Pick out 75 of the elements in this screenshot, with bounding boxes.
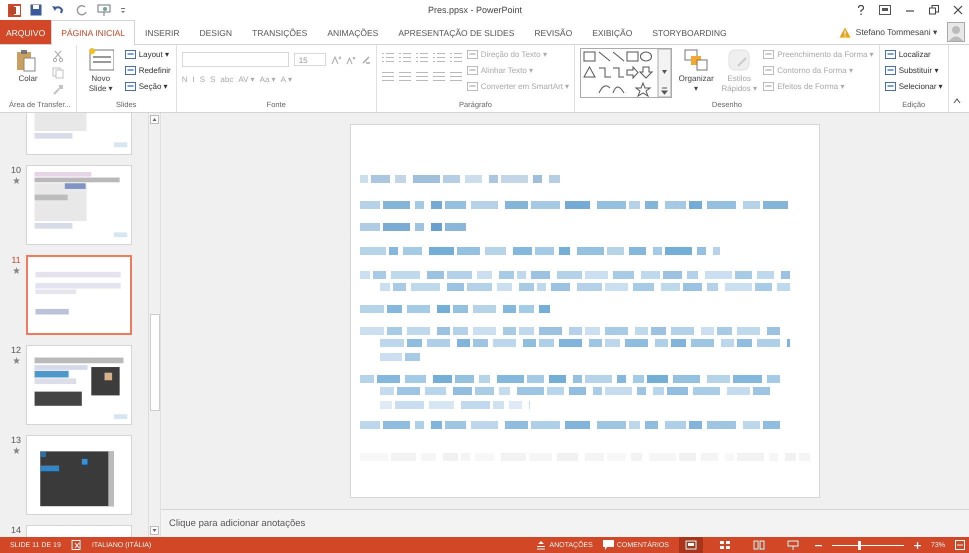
ribbon-button[interactable]: Layout ▾ bbox=[124, 48, 171, 60]
slide-number: 11 bbox=[11, 255, 21, 265]
command-icon bbox=[763, 64, 774, 76]
notes-placeholder[interactable]: Clique para adicionar anotações bbox=[169, 518, 306, 529]
help-icon[interactable] bbox=[857, 4, 865, 16]
save-icon[interactable] bbox=[30, 4, 42, 16]
scrollbar-thumb[interactable] bbox=[150, 314, 160, 411]
file-tab[interactable]: ARQUIVO bbox=[0, 20, 52, 44]
slide-number: 10 bbox=[10, 165, 21, 175]
ribbon-tab[interactable]: APRESENTAÇÃO DE SLIDES bbox=[388, 20, 524, 44]
fit-slide-icon[interactable] bbox=[955, 540, 965, 550]
collapse-ribbon-icon[interactable] bbox=[952, 98, 961, 104]
quick-styles-icon bbox=[726, 48, 752, 72]
command-icon bbox=[124, 48, 136, 60]
star-icon bbox=[12, 447, 20, 454]
command-icon bbox=[124, 80, 136, 92]
slide-sorter-icon bbox=[718, 540, 731, 550]
command-icon bbox=[884, 48, 896, 60]
command-icon bbox=[466, 48, 478, 60]
notes-icon bbox=[536, 540, 546, 550]
warning-icon bbox=[838, 26, 851, 38]
slide-thumbnail[interactable] bbox=[26, 165, 132, 245]
command-icon bbox=[466, 80, 478, 92]
scroll-up-icon[interactable] bbox=[150, 115, 159, 124]
app-logo-icon[interactable] bbox=[8, 4, 21, 16]
restore-icon[interactable] bbox=[929, 5, 939, 15]
command-icon bbox=[466, 64, 478, 76]
star-icon bbox=[12, 177, 20, 184]
ribbon-button[interactable]: Redefinir bbox=[124, 64, 171, 76]
ribbon-button[interactable]: Substituir ▾ bbox=[884, 64, 943, 76]
ribbon-button[interactable]: Localizar bbox=[884, 48, 943, 60]
new-slide-icon bbox=[88, 48, 114, 72]
slideshow-icon bbox=[786, 540, 799, 550]
reading-view-icon bbox=[752, 540, 765, 550]
spellcheck-icon[interactable] bbox=[70, 540, 82, 550]
ribbon-tab[interactable]: REVISÃO bbox=[524, 20, 582, 44]
slide-number: 12 bbox=[10, 345, 21, 355]
star-icon bbox=[12, 267, 20, 274]
scroll-down-icon[interactable] bbox=[150, 526, 159, 535]
command-icon bbox=[884, 80, 896, 92]
command-icon bbox=[884, 64, 896, 76]
slide-thumbnail[interactable] bbox=[26, 435, 132, 515]
normal-view-icon bbox=[684, 540, 697, 550]
redo-icon[interactable] bbox=[76, 4, 88, 16]
zoom-slider-thumb[interactable] bbox=[858, 540, 862, 550]
ribbon-tab[interactable]: DESIGN bbox=[189, 20, 242, 44]
ribbon-button[interactable]: Selecionar ▾ bbox=[884, 80, 943, 92]
ribbon-display-icon[interactable] bbox=[879, 5, 891, 15]
command-icon bbox=[763, 80, 774, 92]
view-button[interactable] bbox=[678, 537, 703, 553]
ribbon-tab[interactable]: TRANSIÇÕES bbox=[242, 20, 318, 44]
ribbon-button[interactable]: Colar bbox=[9, 48, 47, 84]
ribbon-tab[interactable]: INSERIR bbox=[134, 20, 190, 44]
arrange-shapes-icon bbox=[683, 48, 710, 72]
ribbon-button[interactable]: Novo Slide ▾ bbox=[82, 48, 120, 94]
window-title: Pres.ppsx - PowerPoint bbox=[428, 5, 524, 15]
zoom-in-icon[interactable] bbox=[914, 542, 921, 548]
ribbon-tab[interactable]: STORYBOARDING bbox=[642, 20, 737, 44]
ribbon-tab[interactable]: EXIBIÇÃO bbox=[582, 20, 642, 44]
slide-thumbnail[interactable] bbox=[26, 255, 132, 335]
command-icon bbox=[124, 64, 136, 76]
comment-icon bbox=[602, 540, 614, 550]
ribbon-button[interactable]: Organizar ▾ bbox=[677, 48, 716, 94]
slide-thumbnail[interactable] bbox=[26, 345, 132, 425]
slide-number: 13 bbox=[10, 435, 21, 445]
shapes-gallery-drawing[interactable] bbox=[580, 48, 672, 98]
ribbon-tab[interactable]: ANIMAÇÕES bbox=[317, 20, 388, 44]
presentation-icon[interactable] bbox=[97, 4, 111, 16]
command-icon bbox=[763, 48, 774, 60]
star-icon bbox=[12, 357, 20, 364]
ribbon-tab[interactable]: PÁGINA INICIAL bbox=[51, 20, 135, 45]
user-account-button[interactable]: Stefano Tommesani ▾ bbox=[850, 20, 943, 44]
ribbon-button[interactable]: Seção ▾ bbox=[124, 80, 171, 92]
close-icon[interactable] bbox=[953, 5, 963, 15]
slide-number: 14 bbox=[10, 525, 21, 535]
